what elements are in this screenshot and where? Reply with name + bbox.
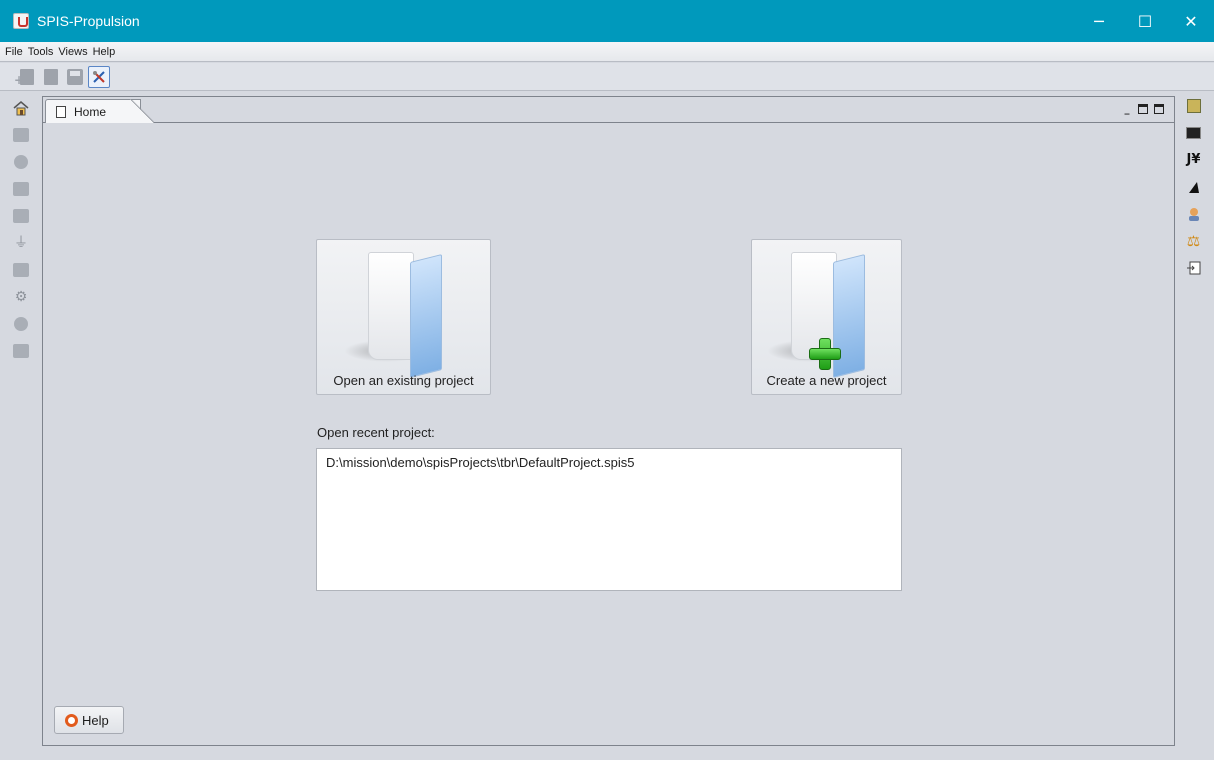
scale-icon[interactable]: ⚖ [1186,233,1202,249]
open-existing-project-button[interactable]: Open an existing project [316,239,491,395]
save-icon [67,68,83,85]
user-icon[interactable] [1186,206,1202,222]
plot-icon[interactable] [1186,179,1202,195]
window-controls: ─ ☐ ✕ [1076,0,1214,42]
open-project-button[interactable] [40,66,62,88]
menu-views[interactable]: Views [58,46,87,58]
document-icon [56,105,66,118]
plus-icon [808,338,841,370]
title-bar: SPIS-Propulsion ─ ☐ ✕ [0,0,1214,42]
panel-undock-icon[interactable] [1138,104,1148,114]
recent-projects-label: Open recent project: [317,425,435,440]
tab-home-label: Home [74,104,107,119]
tools-icon [93,70,105,83]
maximize-button[interactable]: ☐ [1122,0,1168,42]
panel-controls: _ [1122,104,1164,115]
chart-icon[interactable] [13,343,29,359]
geometry-icon[interactable] [13,127,29,143]
jython-icon[interactable]: J¥ [1186,152,1202,168]
help-button-label: Help [82,712,109,728]
panel-maximize-icon[interactable] [1154,104,1164,114]
menu-help[interactable]: Help [93,46,116,58]
tab-home[interactable]: Home [45,99,154,123]
open-existing-project-label: Open an existing project [333,373,474,388]
help-button[interactable]: Help [54,706,124,734]
minimize-button[interactable]: ─ [1076,0,1122,42]
window-title: SPIS-Propulsion [37,13,140,29]
folder-icon [343,248,454,378]
left-sidebar: ⏚ ⚙ [8,100,34,370]
new-project-button[interactable] [14,66,38,88]
tools-button[interactable] [88,65,110,88]
recent-projects-list[interactable]: D:\mission\demo\spisProjects\tbr\Default… [316,448,902,591]
groups-icon[interactable] [13,208,29,224]
recent-project-item[interactable]: D:\mission\demo\spisProjects\tbr\Default… [317,449,901,470]
new-folder-icon [766,248,877,378]
fields-icon[interactable] [13,262,29,278]
create-new-project-label: Create a new project [766,373,887,388]
lifebuoy-icon [65,713,78,727]
java-app-icon [13,13,29,29]
home-panel: Home _ Open an existing project Create a… [42,96,1175,746]
ground-icon[interactable]: ⏚ [13,235,29,251]
toolbar [0,63,1214,91]
menu-file[interactable]: File [5,46,23,58]
simulation-icon[interactable] [13,316,29,332]
create-new-project-button[interactable]: Create a new project [751,239,902,395]
settings-icon[interactable]: ⚙ [13,289,29,305]
open-project-icon [44,68,58,85]
terminal-icon[interactable] [1186,125,1202,141]
export-icon[interactable] [1186,260,1202,276]
panel-minimize-icon[interactable]: _ [1122,104,1132,115]
cad-icon[interactable] [13,154,29,170]
menu-bar: File Tools Views Help [0,42,1214,62]
mesh-icon[interactable] [13,181,29,197]
close-button[interactable]: ✕ [1168,0,1214,42]
new-project-icon [14,68,34,87]
grid-icon[interactable] [1186,98,1202,114]
right-sidebar: J¥ ⚖ [1181,98,1206,287]
tab-strip: Home _ [43,97,1174,123]
save-button[interactable] [64,66,86,88]
home-icon[interactable] [13,100,29,116]
menu-tools[interactable]: Tools [28,46,54,58]
